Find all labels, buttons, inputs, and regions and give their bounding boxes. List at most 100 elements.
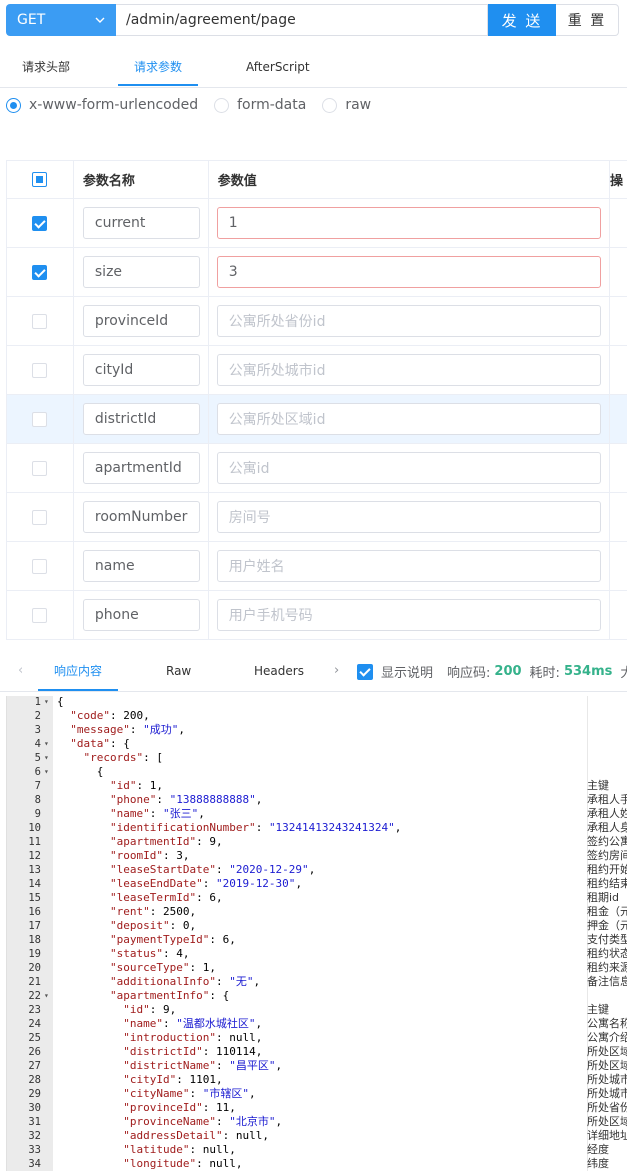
code-line: 6 ▾ { [7, 765, 627, 779]
line-number: 9 [34, 808, 41, 820]
param-value-input[interactable]: 1 [216, 207, 601, 239]
radio-dot [214, 97, 230, 113]
param-operation-cell [610, 199, 627, 247]
fold-toggle-icon[interactable]: ▾ [44, 765, 49, 779]
radio-raw[interactable]: raw [322, 97, 371, 113]
radio-form-data[interactable]: form-data [214, 97, 306, 113]
response-size-label: 大小 [620, 666, 627, 681]
select-all-checkbox[interactable] [32, 172, 48, 187]
field-description: 所处区域 [587, 1115, 627, 1128]
code-text: "id": 9, [123, 1003, 177, 1016]
param-name-input[interactable]: roomNumber [82, 501, 200, 533]
send-button[interactable]: 发 送 [488, 4, 556, 36]
tabs-scroll-right-icon[interactable]: › [334, 652, 339, 692]
param-enable-checkbox[interactable] [32, 607, 48, 623]
tab-request-params[interactable]: 请求参数 [134, 48, 182, 88]
param-name-input[interactable]: cityId [82, 354, 200, 386]
param-enable-checkbox[interactable] [32, 313, 48, 329]
line-number: 18 [28, 934, 41, 946]
param-name-input[interactable]: districtId [82, 403, 200, 435]
code-text: "data": { [70, 737, 130, 750]
param-check-cell [7, 542, 74, 590]
show-description-checkbox[interactable] [357, 663, 373, 680]
param-name-input[interactable]: phone [82, 599, 200, 631]
code-line: 34 "longitude": null, 纬度 [7, 1157, 627, 1171]
param-value-input[interactable]: 用户手机号码 [216, 599, 601, 631]
param-enable-checkbox[interactable] [32, 558, 48, 574]
line-number: 2 [34, 710, 41, 722]
tabs-scroll-left-icon[interactable]: ‹ [18, 652, 23, 692]
fold-toggle-icon[interactable]: ▾ [44, 737, 49, 751]
status-code-value: 200 [494, 664, 522, 679]
param-name-cell: roomNumber [74, 493, 209, 541]
code-text: "id": 1, [109, 779, 163, 792]
param-enable-checkbox[interactable] [32, 411, 48, 427]
tab-request-headers[interactable]: 请求头部 [22, 48, 70, 88]
param-name-input[interactable]: size [82, 256, 200, 288]
code-text: "name": "张三", [109, 807, 205, 820]
param-value-input[interactable]: 房间号 [216, 501, 601, 533]
reset-button[interactable]: 重 置 [556, 4, 619, 36]
param-name-input[interactable]: name [82, 550, 200, 582]
code-line: 22 ▾ "apartmentInfo": { [7, 989, 627, 1003]
code-line: 29 "cityName": "市辖区", 所处城市 [7, 1087, 627, 1101]
url-input[interactable]: /admin/agreement/page [116, 4, 488, 36]
line-number: 8 [34, 794, 41, 806]
code-text: "provinceName": "北京市", [123, 1115, 283, 1128]
field-description: 主键 [587, 779, 609, 792]
param-name-cell: size [74, 248, 209, 296]
code-text: "status": 4, [109, 947, 190, 960]
fold-toggle-icon[interactable]: ▾ [44, 989, 49, 1003]
line-number: 27 [28, 1060, 41, 1072]
param-value-input[interactable]: 公寓id [216, 452, 601, 484]
param-value-cell: 用户手机号码 [209, 591, 611, 639]
param-value-input[interactable]: 公寓所处区域id [216, 403, 601, 435]
param-check-cell [7, 395, 74, 443]
tab-afterscript[interactable]: AfterScript [246, 48, 310, 88]
code-line: 23 "id": 9, 主键 [7, 1003, 627, 1017]
param-operation-cell [610, 493, 627, 541]
param-enable-checkbox[interactable] [32, 264, 48, 280]
param-enable-checkbox[interactable] [32, 509, 48, 525]
line-number: 21 [28, 976, 41, 988]
line-number: 12 [28, 850, 41, 862]
param-value-input[interactable]: 3 [216, 256, 601, 288]
param-name-input[interactable]: current [82, 207, 200, 239]
code-line: 9 "name": "张三", 承租人姓 [7, 807, 627, 821]
param-enable-checkbox[interactable] [32, 215, 48, 231]
code-text: "phone": "13888888888", [109, 793, 263, 806]
field-description: 所处城市 [587, 1073, 627, 1086]
code-text: "introduction": null, [123, 1031, 263, 1044]
field-description: 支付类型 [587, 933, 627, 946]
fold-toggle-icon[interactable]: ▾ [44, 696, 49, 709]
code-text: "apartmentId": 9, [109, 835, 223, 848]
field-description: 经度 [587, 1143, 609, 1156]
param-name-input[interactable]: apartmentId [82, 452, 200, 484]
tab-response-raw[interactable]: Raw [166, 652, 191, 692]
tab-response-headers[interactable]: Headers [254, 652, 304, 692]
param-value-input[interactable]: 用户姓名 [216, 550, 601, 582]
header-param-name: 参数名称 [74, 161, 209, 198]
param-enable-checkbox[interactable] [32, 460, 48, 476]
code-text: { [57, 765, 104, 778]
code-line: 18 "paymentTypeId": 6, 支付类型 [7, 933, 627, 947]
field-description: 纬度 [587, 1157, 609, 1170]
method-select[interactable]: GET [6, 4, 116, 36]
param-value-input[interactable]: 公寓所处城市id [216, 354, 601, 386]
param-value-input[interactable]: 公寓所处省份id [216, 305, 601, 337]
line-number: 32 [28, 1130, 41, 1142]
header-operation: 操 [610, 174, 624, 189]
request-tabs: 请求头部 请求参数 AfterScript [0, 48, 627, 88]
field-description: 租约来源 [587, 961, 627, 974]
response-code-viewer[interactable]: 1 ▾{2 "code": 200, 3 "message": "成功", 4 ▾ "d… [6, 696, 627, 1171]
line-number: 5 [34, 752, 41, 764]
radio-x-www-form-urlencoded[interactable]: x-www-form-urlencoded [6, 97, 198, 113]
line-number: 19 [28, 948, 41, 960]
param-operation-cell [610, 444, 627, 492]
fold-toggle-icon[interactable]: ▾ [44, 751, 49, 765]
code-text: "records": [ [83, 751, 163, 764]
param-name-cell: cityId [74, 346, 209, 394]
tab-response-content[interactable]: 响应内容 [54, 652, 102, 692]
param-enable-checkbox[interactable] [32, 362, 48, 378]
param-name-input[interactable]: provinceId [82, 305, 200, 337]
